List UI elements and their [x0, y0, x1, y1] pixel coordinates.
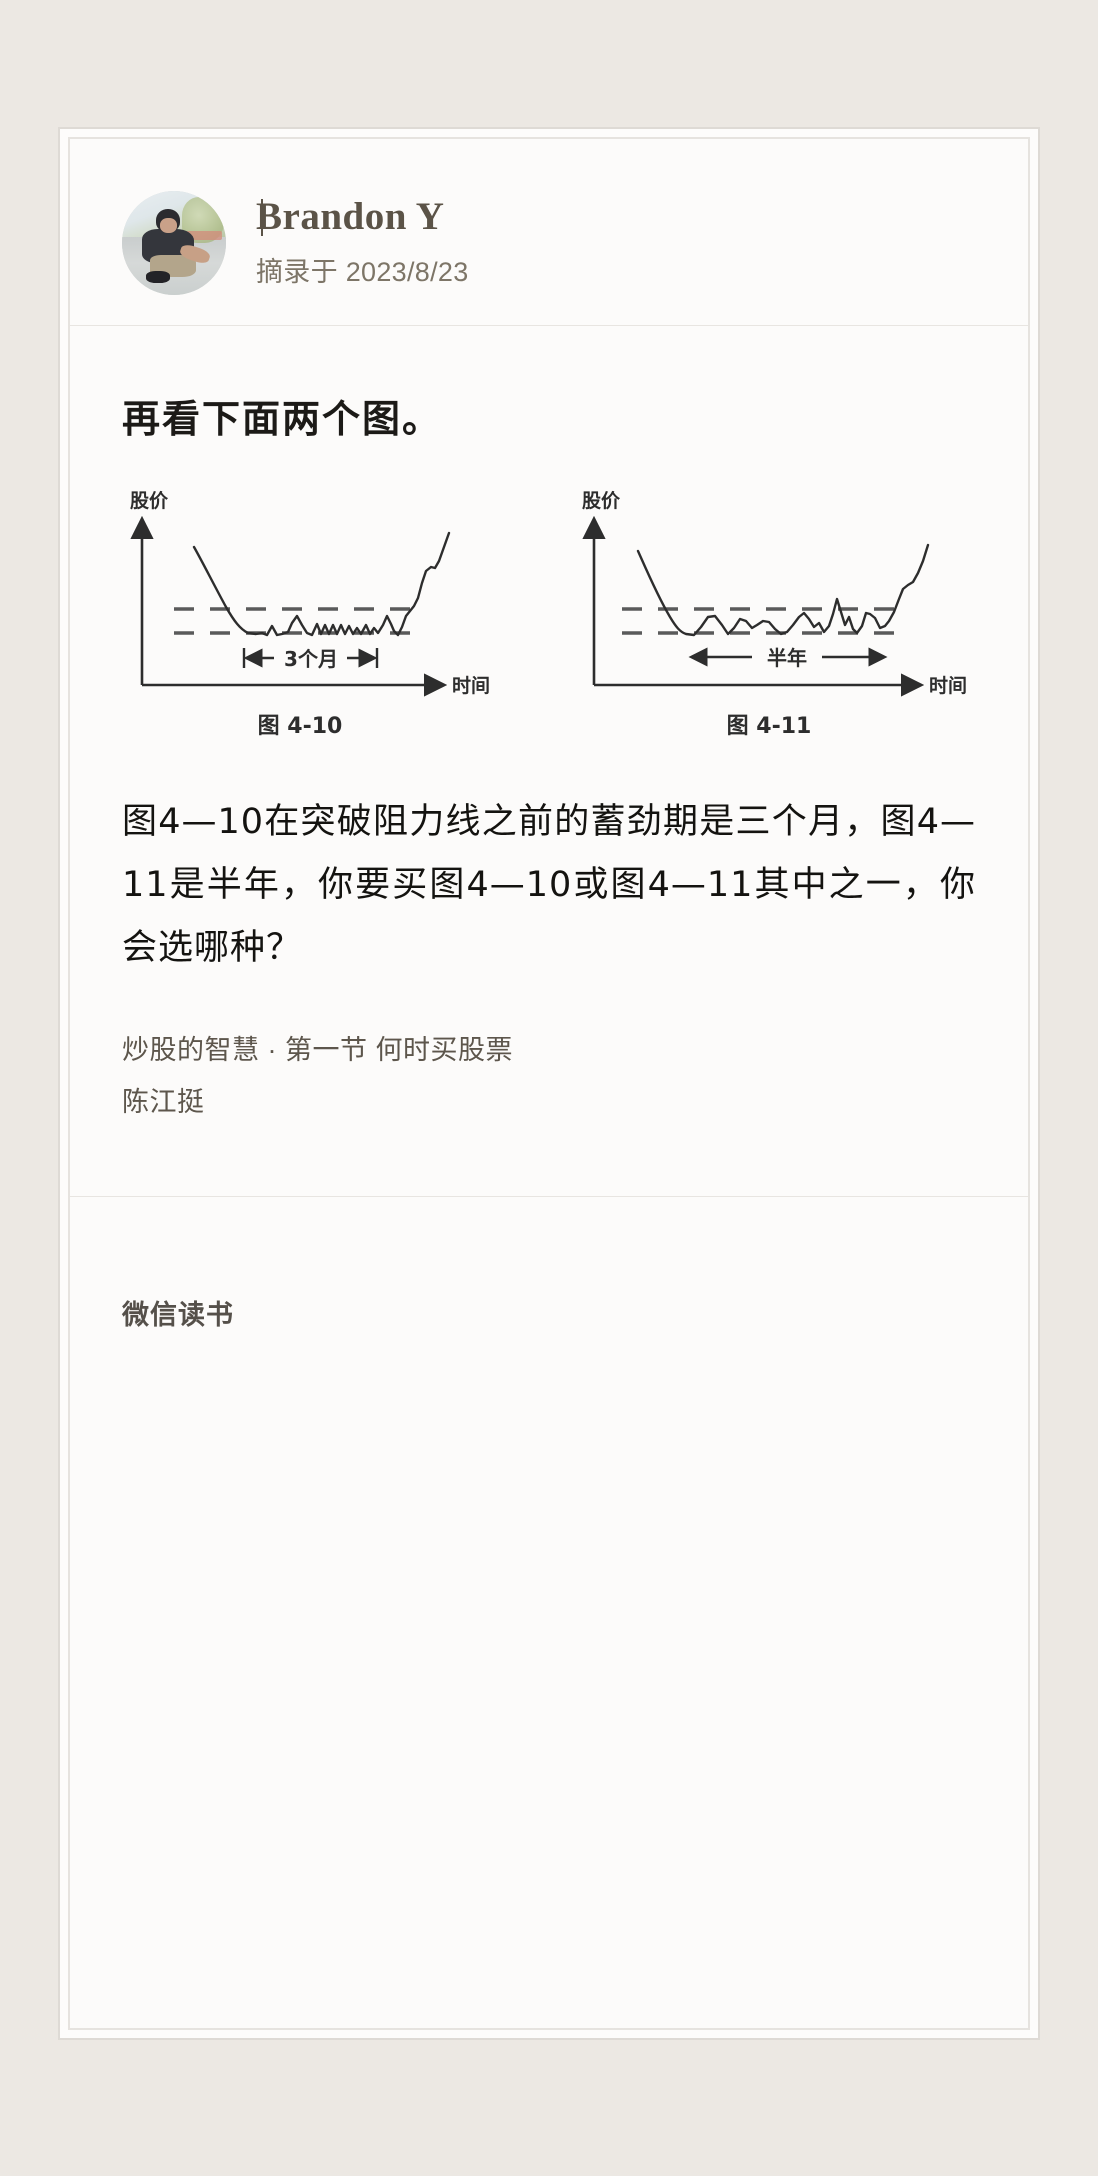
figure-4-11-caption: 图 4-11	[727, 714, 812, 739]
header-divider	[70, 325, 1028, 326]
source-author: 陈江挺	[122, 1087, 205, 1117]
figure-4-10-xlabel: 时间	[452, 675, 490, 697]
screenshot-root: Brandon Y 摘录于 2023/8/23 再看下面两个图。 股价 时间 3…	[0, 0, 1098, 2176]
excerpt-date: 摘录于 2023/8/23	[256, 256, 469, 287]
source-book-and-section: 炒股的智慧 · 第一节 何时买股票	[122, 1035, 513, 1065]
figures-row: 股价 时间 3个月 图 4-10 股价 时间 半年 图 4-11	[122, 485, 976, 745]
figure-4-11-price-line	[636, 543, 930, 637]
figure-4-11-xlabel: 时间	[929, 675, 967, 697]
body-paragraph: 图4—10在突破阻力线之前的蓄劲期是三个月，图4—11是半年，你要买图4—10或…	[122, 802, 976, 968]
figure-4-10-price-line	[192, 531, 451, 637]
avatar-person-shoe	[146, 271, 170, 283]
figure-4-11-ylabel: 股价	[582, 490, 621, 512]
author-name-initial: B	[256, 195, 283, 239]
avatar[interactable]	[122, 191, 226, 295]
figure-4-10: 股价 时间 3个月 图 4-10	[130, 490, 490, 739]
figure-4-10-ylabel: 股价	[130, 490, 169, 512]
source-attribution: 炒股的智慧 · 第一节 何时买股票 陈江挺	[122, 1024, 976, 1128]
quote-card-inner: Brandon Y 摘录于 2023/8/23 再看下面两个图。 股价 时间 3…	[68, 137, 1030, 2030]
card-header: Brandon Y 摘录于 2023/8/23	[70, 139, 1028, 295]
lead-sentence: 再看下面两个图。	[122, 397, 443, 441]
figure-4-11: 股价 时间 半年 图 4-11	[582, 490, 967, 739]
figure-4-11-period-label: 半年	[767, 646, 807, 670]
quote-card: Brandon Y 摘录于 2023/8/23 再看下面两个图。 股价 时间 3…	[58, 127, 1040, 2040]
avatar-person-face	[160, 218, 177, 233]
author-name-rest: randon Y	[282, 195, 445, 239]
header-text-group: Brandon Y 摘录于 2023/8/23	[256, 195, 469, 289]
card-body: 再看下面两个图。 股价 时间 3个月 图 4-10 股价 时间 半年 图 4-1…	[70, 388, 1028, 1128]
app-footer: 微信读书	[122, 1300, 234, 1330]
figure-4-10-caption: 图 4-10	[258, 714, 343, 739]
figure-4-10-period-label: 3个月	[284, 647, 338, 671]
author-name: Brandon Y	[256, 195, 469, 239]
figures-svg: 股价 时间 3个月 图 4-10 股价 时间 半年 图 4-11	[130, 490, 967, 739]
